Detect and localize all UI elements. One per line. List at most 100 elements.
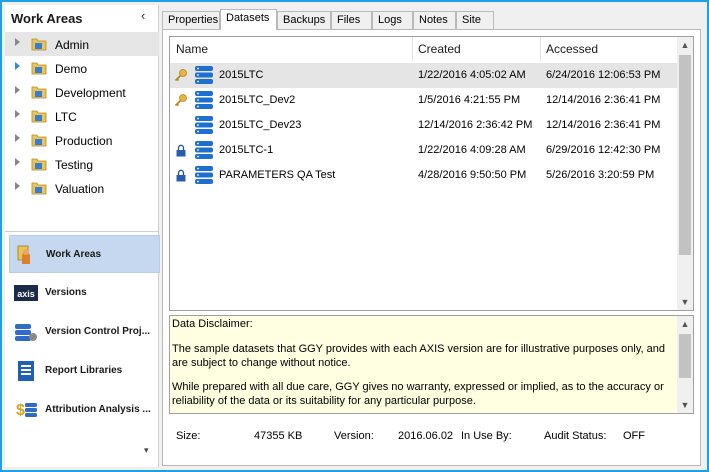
attribution-analysis-icon: $ — [16, 402, 37, 419]
nav-version-control-projects[interactable]: Version Control Proj... — [9, 313, 160, 351]
folder-database-icon — [31, 62, 47, 75]
dataset-name: 2015LTC_Dev23 — [219, 119, 302, 131]
dataset-accessed: 5/26/2016 3:20:59 PM — [546, 169, 655, 181]
datasets-panel: Name Created Accessed 2015LTC 1/22/2016 … — [162, 29, 701, 466]
more-nav-items-button[interactable]: ▾ — [144, 445, 149, 456]
dataset-created: 1/5/2016 4:21:55 PM — [418, 94, 521, 106]
dataset-accessed: 6/24/2016 12:06:53 PM — [546, 69, 661, 81]
version-value: 2016.06.02 — [398, 430, 454, 442]
datasets-scrollbar[interactable]: ▲ ▼ — [677, 37, 693, 310]
tree-item-label: Demo — [55, 62, 88, 76]
tree-item-label: Development — [55, 86, 126, 100]
dataset-name: 2015LTC-1 — [219, 144, 274, 156]
disclaimer-scrollbar[interactable]: ▲ ▼ — [677, 316, 693, 413]
dataset-row[interactable]: PARAMETERS QA Test 4/28/2016 9:50:50 PM … — [170, 163, 679, 188]
audit-status-label: Audit Status: — [544, 430, 607, 442]
details-pane: Properties Datasets Backups Files Logs N… — [162, 9, 701, 466]
nav-report-libraries[interactable]: Report Libraries — [9, 352, 160, 390]
scroll-down-button[interactable]: ▼ — [677, 397, 693, 413]
tree-item-label: Testing — [55, 158, 94, 172]
size-label: Size: — [176, 430, 201, 442]
scrollbar-thumb[interactable] — [679, 334, 691, 378]
scrollbar-thumb[interactable] — [679, 55, 691, 255]
svg-text:$: $ — [16, 402, 25, 419]
column-header-name[interactable]: Name — [170, 37, 412, 61]
column-header-accessed[interactable]: Accessed — [540, 37, 679, 61]
tab-strip: Properties Datasets Backups Files Logs N… — [162, 9, 701, 30]
disclaimer-title: Data Disclaimer: — [172, 318, 253, 330]
collapse-sidebar-button[interactable]: ‹ — [141, 8, 145, 23]
dataset-accessed: 12/14/2016 2:36:41 PM — [546, 119, 661, 131]
tab-datasets[interactable]: Datasets — [220, 9, 277, 30]
expand-arrow-icon[interactable] — [15, 110, 20, 118]
dataset-created: 1/22/2016 4:09:28 AM — [418, 144, 526, 156]
folder-database-icon — [31, 182, 47, 195]
version-label: Version: — [334, 430, 374, 442]
expand-arrow-icon[interactable] — [15, 38, 20, 46]
tree-item-demo[interactable]: Demo — [5, 56, 159, 80]
folder-database-icon — [31, 110, 47, 123]
folder-database-icon — [31, 134, 47, 147]
sidebar-divider — [5, 231, 159, 232]
scroll-up-button[interactable]: ▲ — [677, 37, 693, 53]
key-icon — [174, 94, 187, 107]
tab-notes[interactable]: Notes — [413, 11, 456, 29]
dataset-name: 2015LTC_Dev2 — [219, 94, 296, 106]
tab-properties[interactable]: Properties — [162, 11, 220, 29]
expand-arrow-icon[interactable] — [15, 182, 20, 190]
dataset-row[interactable]: 2015LTC_Dev2 1/5/2016 4:21:55 PM 12/14/2… — [170, 88, 679, 113]
work-area-tree: Admin Demo Development LTC Production Te… — [5, 32, 159, 200]
tab-backups[interactable]: Backups — [277, 11, 331, 29]
dataset-created: 12/14/2016 2:36:42 PM — [418, 119, 533, 131]
folder-database-icon — [31, 38, 47, 51]
tab-files[interactable]: Files — [331, 11, 372, 29]
database-icon — [195, 66, 213, 84]
nav-label: Report Libraries — [45, 365, 123, 376]
nav-work-areas[interactable]: Work Areas — [9, 235, 160, 273]
tree-item-production[interactable]: Production — [5, 128, 159, 152]
dataset-name: 2015LTC — [219, 69, 264, 81]
tab-site[interactable]: Site — [456, 11, 494, 29]
database-icon — [195, 141, 213, 159]
app-window: Work Areas ‹ Admin Demo Development LTC … — [0, 0, 709, 472]
folder-database-icon — [31, 158, 47, 171]
tree-item-ltc[interactable]: LTC — [5, 104, 159, 128]
dataset-row[interactable]: 2015LTC_Dev23 12/14/2016 2:36:42 PM 12/1… — [170, 113, 679, 138]
dataset-row[interactable]: 2015LTC-1 1/22/2016 4:09:28 AM 6/29/2016… — [170, 138, 679, 163]
nav-label: Attribution Analysis ... — [45, 404, 151, 415]
nav-versions[interactable]: axis Versions — [9, 274, 160, 312]
tab-logs[interactable]: Logs — [372, 11, 413, 29]
svg-text:axis: axis — [17, 289, 35, 299]
tree-item-testing[interactable]: Testing — [5, 152, 159, 176]
tree-item-label: Admin — [55, 38, 90, 52]
version-control-icon — [15, 324, 37, 341]
sidebar: Work Areas ‹ Admin Demo Development LTC … — [5, 5, 160, 467]
tree-item-admin[interactable]: Admin — [5, 32, 159, 56]
disclaimer-paragraph: While prepared with all due care, GGY gi… — [172, 381, 664, 407]
expand-arrow-icon[interactable] — [15, 86, 20, 94]
lock-icon — [176, 169, 186, 182]
in-use-label: In Use By: — [461, 430, 512, 442]
dataset-name: PARAMETERS QA Test — [219, 169, 336, 181]
expand-arrow-icon[interactable] — [15, 62, 20, 70]
datasets-list: Name Created Accessed 2015LTC 1/22/2016 … — [169, 36, 694, 311]
size-value: 47355 KB — [254, 430, 303, 442]
tree-item-development[interactable]: Development — [5, 80, 159, 104]
scroll-up-button[interactable]: ▲ — [677, 316, 693, 332]
database-icon — [195, 116, 213, 134]
dataset-row[interactable]: 2015LTC 1/22/2016 4:05:02 AM 6/24/2016 1… — [170, 63, 679, 88]
expand-arrow-icon[interactable] — [15, 134, 20, 142]
dataset-accessed: 12/14/2016 2:36:41 PM — [546, 94, 661, 106]
lock-icon — [176, 144, 186, 157]
database-icon — [195, 166, 213, 184]
expand-arrow-icon[interactable] — [15, 158, 20, 166]
column-header-created[interactable]: Created — [412, 37, 540, 61]
nav-label: Versions — [45, 287, 87, 298]
nav-attribution-analysis[interactable]: $ Attribution Analysis ... — [9, 391, 160, 429]
work-areas-icon — [17, 245, 30, 264]
sidebar-title: Work Areas — [11, 11, 83, 26]
tree-item-valuation[interactable]: Valuation — [5, 176, 159, 200]
dataset-created: 4/28/2016 9:50:50 PM — [418, 169, 527, 181]
tree-item-label: Valuation — [55, 182, 105, 196]
scroll-down-button[interactable]: ▼ — [677, 294, 693, 310]
